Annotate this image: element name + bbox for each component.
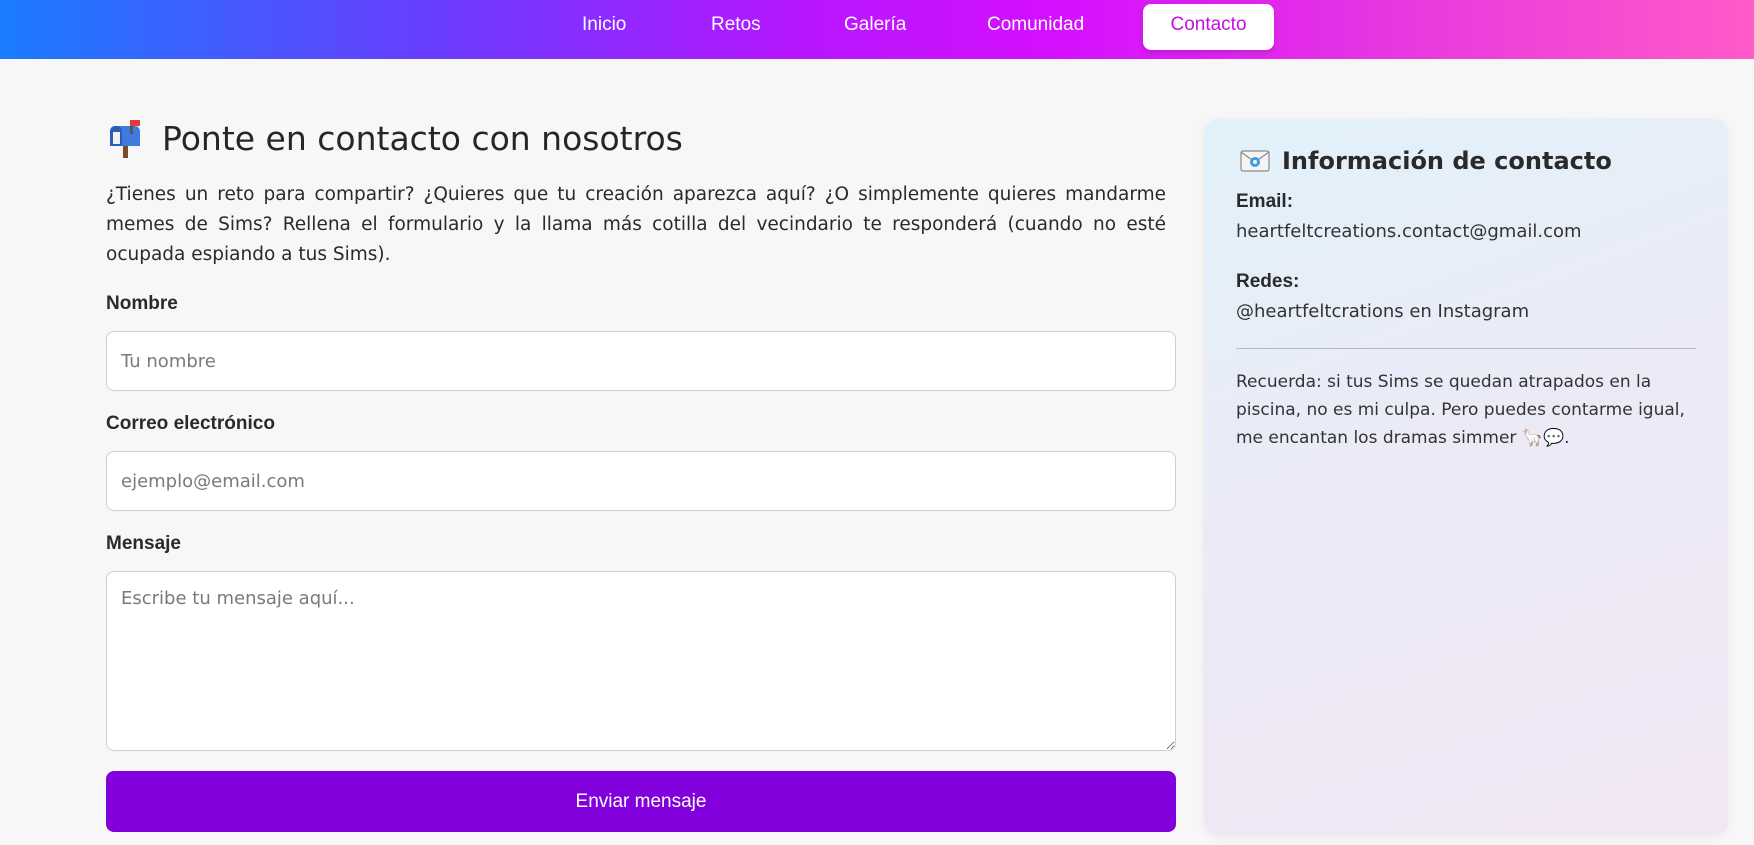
email-value[interactable]: heartfeltcreations.contact@gmail.com [1236,221,1582,242]
email-input[interactable] [106,451,1176,511]
contact-info-card: Información de contacto Email: heartfelt… [1204,119,1728,835]
nav-item-inicio[interactable]: Inicio [582,4,626,50]
nav-item-galeria[interactable]: Galería [844,4,906,50]
name-label: Nombre [106,293,178,314]
title-row: Ponte en contacto con nosotros [106,110,1176,166]
contact-section: Ponte en contacto con nosotros ¿Tienes u… [106,110,1176,270]
divider [1236,348,1696,349]
name-input[interactable] [106,331,1176,391]
intro-text: ¿Tienes un reto para compartir? ¿Quieres… [106,184,1166,265]
nav-item-contacto[interactable]: Contacto [1143,4,1274,50]
message-textarea[interactable] [106,571,1176,751]
message-label: Mensaje [106,533,181,554]
note-text: Recuerda: si tus Sims se quedan atrapado… [1236,372,1685,448]
mailbox-icon [110,120,140,158]
social-value[interactable]: @heartfeltcrations en Instagram [1236,301,1529,322]
nav-item-comunidad[interactable]: Comunidad [987,4,1084,50]
email-label: Correo electrónico [106,413,275,434]
social-key: Redes: [1236,271,1300,292]
page-title: Ponte en contacto con nosotros [162,118,683,158]
nav-item-retos[interactable]: Retos [711,4,761,50]
submit-button[interactable]: Enviar mensaje [106,771,1176,832]
card-title: Información de contacto [1282,147,1612,175]
envelope-icon [1240,150,1270,172]
top-navbar: Inicio Retos Galería Comunidad Contacto [0,0,1754,59]
email-key: Email: [1236,191,1294,212]
card-title-row: Información de contacto [1240,147,1612,175]
